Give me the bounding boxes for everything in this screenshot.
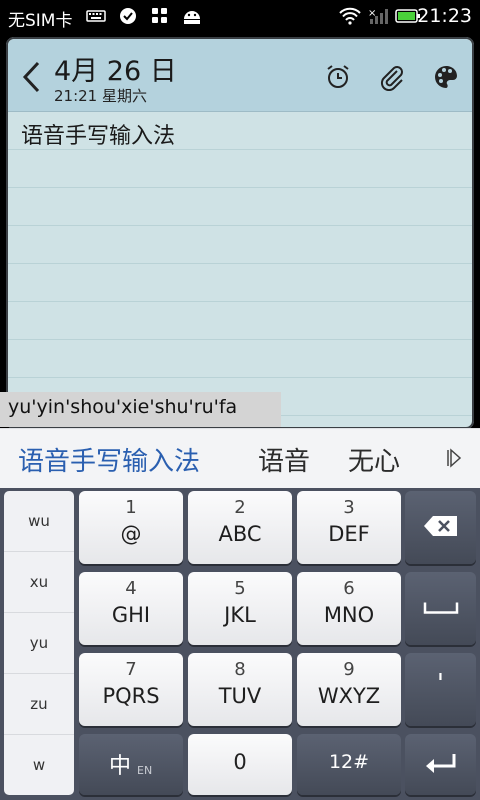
note-card: 4月 26 日 21:21 星期六 语音手写输入法 xyxy=(6,37,474,429)
key-number: 9 xyxy=(343,659,355,680)
note-header: 4月 26 日 21:21 星期六 xyxy=(8,39,472,112)
check-circle-icon xyxy=(118,7,138,25)
key-label: DEF xyxy=(328,522,370,546)
key-9[interactable]: 9 WXYZ xyxy=(297,653,401,726)
key-number: 4 xyxy=(125,578,137,599)
symbols-key[interactable]: 12# xyxy=(297,734,401,795)
status-bar: 无SIM卡 × 21:23 xyxy=(0,0,480,33)
key-6[interactable]: 6 MNO xyxy=(297,572,401,645)
symbols-label: 12# xyxy=(328,751,370,773)
apostrophe-key[interactable]: ' xyxy=(405,653,476,726)
key-1[interactable]: 1 @ xyxy=(79,491,183,564)
key-label: 0 xyxy=(233,750,247,774)
space-key[interactable] xyxy=(405,572,476,645)
space-icon xyxy=(423,599,459,618)
carrier-label: 无SIM卡 xyxy=(8,11,73,31)
candidate-3[interactable]: 无心 xyxy=(348,441,400,478)
key-label: JKL xyxy=(224,603,256,627)
language-switch-key[interactable]: 中 EN xyxy=(79,734,183,795)
pinyin-option[interactable]: w xyxy=(4,735,74,795)
key-label: WXYZ xyxy=(317,684,381,708)
enter-icon xyxy=(424,752,458,778)
key-8[interactable]: 8 TUV xyxy=(188,653,292,726)
composing-pinyin: yu'yin'shou'xie'shu'ru'fa xyxy=(0,392,281,427)
keyboard: wu xu yu zu w 1 @ 2 ABC 3 DEF 4 GHI 5 JK… xyxy=(0,488,480,800)
key-2[interactable]: 2 ABC xyxy=(188,491,292,564)
key-label: PQRS xyxy=(102,684,160,708)
note-body[interactable]: 语音手写输入法 xyxy=(8,112,472,427)
pinyin-option[interactable]: wu xyxy=(4,491,74,552)
android-icon xyxy=(181,7,203,25)
key-label: @ xyxy=(120,522,142,546)
alarm-icon[interactable] xyxy=(324,63,352,91)
candidate-1[interactable]: 语音手写输入法 xyxy=(18,441,200,478)
key-number: 8 xyxy=(234,659,246,680)
candidate-2[interactable]: 语音 xyxy=(258,441,310,478)
key-number: 1 xyxy=(125,497,137,518)
key-4[interactable]: 4 GHI xyxy=(79,572,183,645)
key-7[interactable]: 7 PQRS xyxy=(79,653,183,726)
key-number: 6 xyxy=(343,578,355,599)
key-5[interactable]: 5 JKL xyxy=(188,572,292,645)
wifi-icon xyxy=(338,7,362,25)
apps-icon xyxy=(150,7,170,25)
pinyin-option[interactable]: xu xyxy=(4,552,74,613)
key-label: GHI xyxy=(111,603,151,627)
key-number: 3 xyxy=(343,497,355,518)
note-text[interactable]: 语音手写输入法 xyxy=(21,118,175,150)
backspace-icon xyxy=(423,514,459,542)
palette-icon[interactable] xyxy=(432,63,460,91)
key-label: TUV xyxy=(218,684,262,708)
attachment-icon[interactable] xyxy=(378,63,406,92)
clock: 21:23 xyxy=(417,5,472,27)
key-3[interactable]: 3 DEF xyxy=(297,491,401,564)
keyboard-icon xyxy=(86,7,106,25)
svg-text:×: × xyxy=(368,8,376,19)
apostrophe-label: ' xyxy=(436,669,445,699)
key-0[interactable]: 0 xyxy=(188,734,292,795)
key-number: 7 xyxy=(125,659,137,680)
note-datetime: 21:21 星期六 xyxy=(54,87,147,105)
key-number: 5 xyxy=(234,578,246,599)
backspace-key[interactable] xyxy=(405,491,476,564)
key-label: ABC xyxy=(218,522,262,546)
pinyin-option[interactable]: yu xyxy=(4,613,74,674)
enter-key[interactable] xyxy=(405,734,476,795)
pinyin-options-list[interactable]: wu xu yu zu w xyxy=(4,491,74,795)
note-date: 4月 26 日 xyxy=(54,56,177,87)
key-number: 2 xyxy=(234,497,246,518)
language-sub-label: EN xyxy=(137,764,153,777)
language-main-label: 中 xyxy=(109,754,132,779)
candidate-bar: 语音手写输入法 语音 无心 xyxy=(0,428,480,489)
back-icon[interactable] xyxy=(20,59,44,95)
key-label: MNO xyxy=(323,603,375,627)
no-signal-icon: × xyxy=(368,7,388,25)
pinyin-option[interactable]: zu xyxy=(4,674,74,735)
expand-candidates-icon[interactable] xyxy=(446,447,462,469)
